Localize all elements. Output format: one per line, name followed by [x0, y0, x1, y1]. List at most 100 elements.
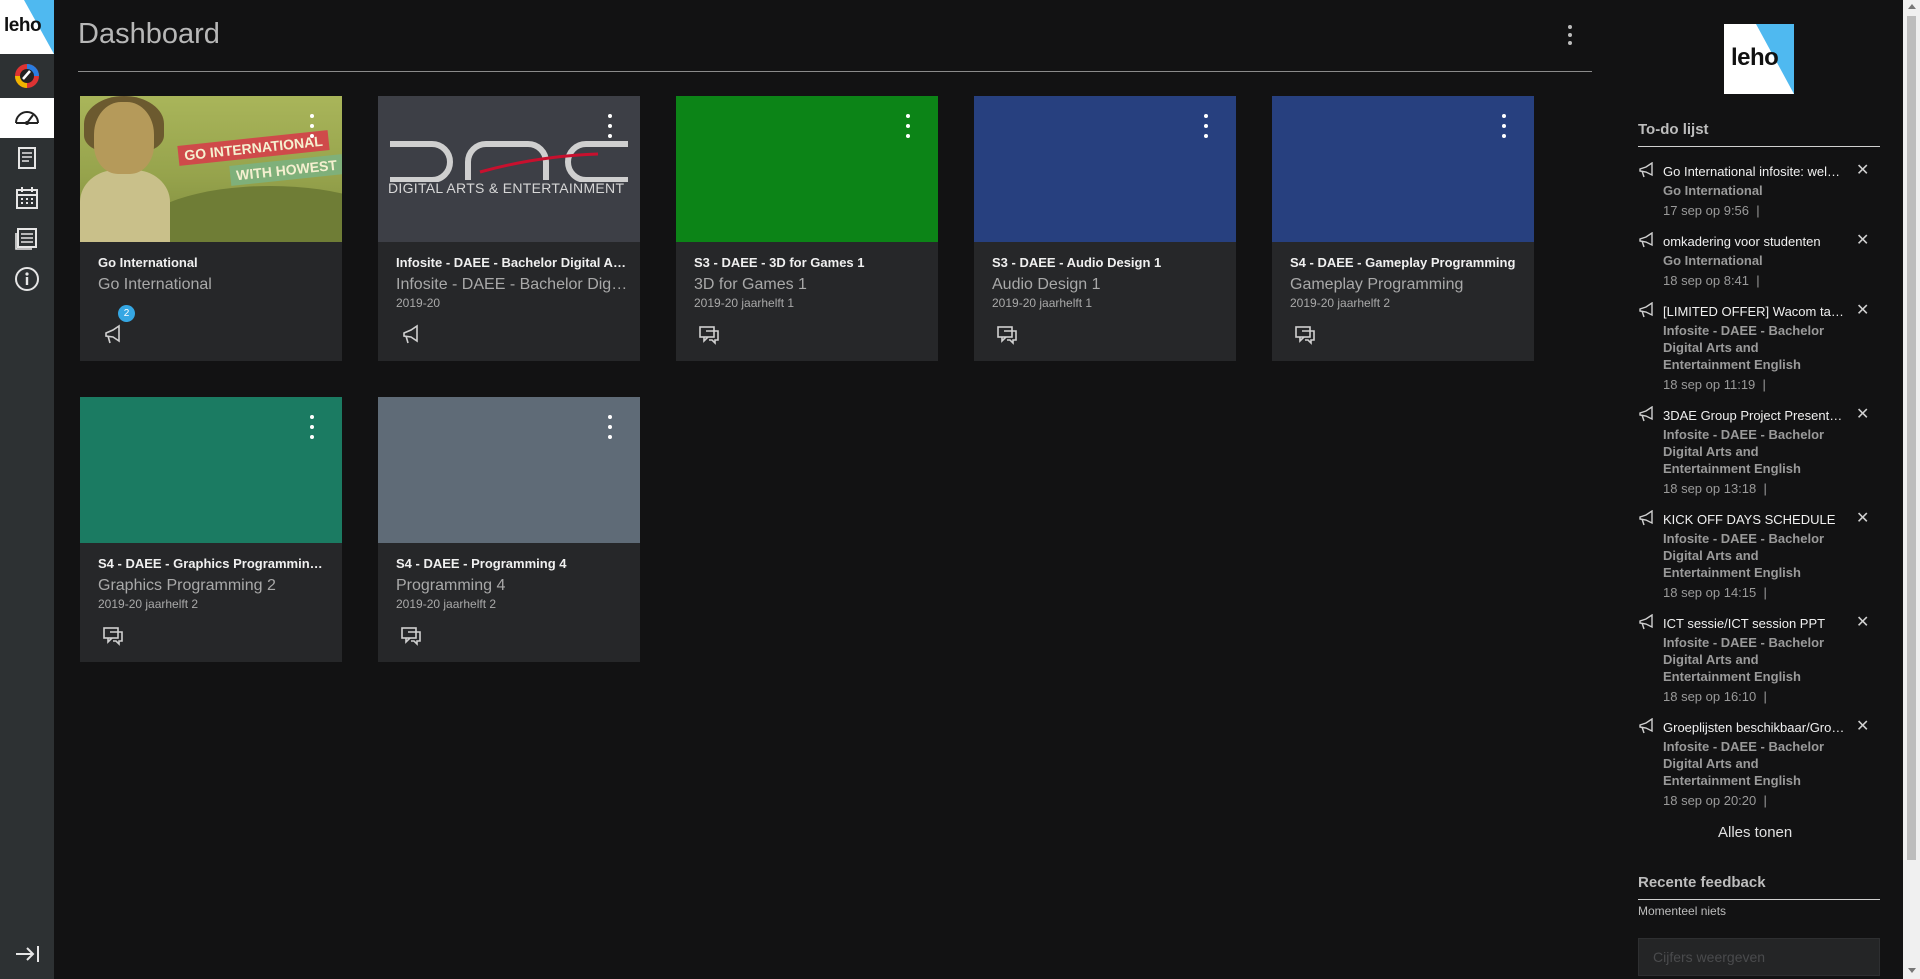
course-period: 2019-20 jaarhelft 2 [396, 597, 497, 611]
dae-logo-banner: DIGITAL ARTS & ENTERTAINMENT [378, 96, 640, 242]
todo-item-date: 18 sep op 16:10 | [1663, 689, 1767, 704]
show-all-link[interactable]: Alles tonen [1718, 824, 1792, 841]
announcement-icon[interactable] [400, 324, 422, 346]
course-banner[interactable] [80, 397, 342, 543]
todo-item-title[interactable]: Groeplijsten beschikbaar/Group lists [1663, 720, 1845, 735]
show-grades-button[interactable]: Cijfers weergeven [1638, 938, 1880, 976]
course-banner[interactable] [1272, 96, 1534, 242]
courses-book-icon [18, 147, 36, 169]
todo-item-date: 18 sep op 8:41 | [1663, 273, 1760, 288]
course-card-graphics-programming[interactable]: S4 - DAEE - Graphics Programming 2 Graph… [80, 397, 342, 662]
scrollbar-thumb[interactable] [1907, 16, 1916, 860]
course-code[interactable]: S3 - DAEE - 3D for Games 1 [694, 255, 924, 270]
course-menu-icon[interactable] [904, 114, 912, 138]
course-banner-photo: GO INTERNATIONAL WITH HOWEST [80, 96, 342, 242]
course-code[interactable]: S4 - DAEE - Programming 4 [396, 556, 626, 571]
discussion-icon[interactable] [102, 625, 124, 647]
todo-item-course: Go International [1663, 183, 1763, 198]
course-card-go-international[interactable]: GO INTERNATIONAL WITH HOWEST Go Internat… [80, 96, 342, 361]
nav-documents[interactable] [0, 218, 54, 258]
announcement-icon [1639, 406, 1653, 422]
page-scrollbar[interactable] [1903, 0, 1920, 979]
leho-logo-text: leho [1731, 44, 1779, 71]
todo-item-course: Infosite - DAEE - Bachelor Digital Arts … [1663, 635, 1825, 684]
todo-item-title[interactable]: Go International infosite: welkom [1663, 164, 1845, 179]
course-menu-icon[interactable] [1202, 114, 1210, 138]
profile-avatar-icon [15, 64, 39, 88]
close-icon[interactable]: ✕ [1856, 612, 1869, 632]
todo-item-title[interactable]: 3DAE Group Project Presentation [1663, 408, 1845, 423]
discussion-icon[interactable] [698, 324, 720, 346]
course-card-gameplay-programming[interactable]: S4 - DAEE - Gameplay Programming Gamepla… [1272, 96, 1534, 361]
scroll-up-arrow-icon[interactable] [1908, 4, 1916, 9]
page-title: Dashboard [78, 18, 220, 50]
nav-profile[interactable] [0, 56, 54, 96]
close-icon[interactable]: ✕ [1856, 508, 1869, 528]
todo-item[interactable]: Go International infosite: welkom ✕ Go I… [1638, 160, 1880, 224]
todo-item[interactable]: [LIMITED OFFER] Wacom tablets ✕ Infosite… [1638, 300, 1880, 398]
course-menu-icon[interactable] [606, 114, 614, 138]
course-code[interactable]: S4 - DAEE - Graphics Programming 2 [98, 556, 328, 571]
announcement-icon[interactable] [102, 324, 124, 346]
discussion-icon[interactable] [400, 625, 422, 647]
course-code[interactable]: Go International [98, 255, 328, 270]
course-banner[interactable] [378, 397, 640, 543]
todo-item[interactable]: omkadering voor studenten ✕ Go Internati… [1638, 230, 1880, 294]
close-icon[interactable]: ✕ [1856, 230, 1869, 250]
course-banner[interactable]: GO INTERNATIONAL WITH HOWEST [80, 96, 342, 242]
course-banner[interactable]: DIGITAL ARTS & ENTERTAINMENT [378, 96, 640, 242]
leho-logo[interactable]: leho [0, 0, 54, 54]
todo-item[interactable]: ICT sessie/ICT session PPT ✕ Infosite - … [1638, 612, 1880, 710]
close-icon[interactable]: ✕ [1856, 160, 1869, 180]
todo-item[interactable]: 3DAE Group Project Presentation ✕ Infosi… [1638, 404, 1880, 502]
todo-item-title[interactable]: ICT sessie/ICT session PPT [1663, 616, 1845, 631]
close-icon[interactable]: ✕ [1856, 300, 1869, 320]
nav-courses[interactable] [0, 138, 54, 178]
scroll-down-arrow-icon[interactable] [1908, 968, 1916, 973]
course-name: Graphics Programming 2 [98, 577, 276, 594]
todo-item-date: 18 sep op 20:20 | [1663, 793, 1767, 808]
course-menu-icon[interactable] [308, 114, 316, 138]
todo-item-date: 18 sep op 13:18 | [1663, 481, 1767, 496]
feedback-title: Recente feedback [1638, 874, 1766, 891]
todo-item-title[interactable]: [LIMITED OFFER] Wacom tablets [1663, 304, 1845, 319]
course-card-3d-for-games[interactable]: S3 - DAEE - 3D for Games 1 3D for Games … [676, 96, 938, 361]
course-name: Gameplay Programming [1290, 276, 1464, 293]
course-menu-icon[interactable] [606, 415, 614, 439]
course-code[interactable]: S4 - DAEE - Gameplay Programming [1290, 255, 1520, 270]
nav-calendar[interactable] [0, 178, 54, 218]
leho-logo-text: leho [4, 15, 42, 36]
course-period: 2019-20 jaarhelft 1 [694, 296, 795, 310]
nav-info[interactable] [0, 259, 54, 299]
documents-icon [15, 228, 37, 250]
todo-item-title[interactable]: omkadering voor studenten [1663, 234, 1845, 249]
todo-item-course: Go International [1663, 253, 1763, 268]
todo-item-course: Infosite - DAEE - Bachelor Digital Arts … [1663, 427, 1825, 476]
close-icon[interactable]: ✕ [1856, 716, 1869, 736]
close-icon[interactable]: ✕ [1856, 404, 1869, 424]
more-vertical-icon[interactable] [1562, 22, 1578, 48]
course-banner[interactable] [676, 96, 938, 242]
discussion-icon[interactable] [996, 324, 1018, 346]
calendar-icon [16, 187, 38, 209]
course-code[interactable]: Infosite - DAEE - Bachelor Digital Arts … [396, 255, 626, 270]
course-card-audio-design[interactable]: S3 - DAEE - Audio Design 1 Audio Design … [974, 96, 1236, 361]
announcement-icon [1639, 614, 1653, 630]
todo-item-title[interactable]: KICK OFF DAYS SCHEDULE [1663, 512, 1845, 527]
todo-item-date: 18 sep op 14:15 | [1663, 585, 1767, 600]
course-menu-icon[interactable] [308, 415, 316, 439]
course-banner[interactable] [974, 96, 1236, 242]
collapse-nav-button[interactable] [0, 934, 54, 974]
course-menu-icon[interactable] [1500, 114, 1508, 138]
discussion-icon[interactable] [1294, 324, 1316, 346]
course-card-programming-4[interactable]: S4 - DAEE - Programming 4 Programming 4 … [378, 397, 640, 662]
leho-logo: leho [1724, 24, 1794, 94]
todo-item[interactable]: Groeplijsten beschikbaar/Group lists ✕ I… [1638, 716, 1880, 814]
announcement-icon [1639, 162, 1653, 178]
todo-title: To-do lijst [1638, 121, 1709, 138]
collapse-arrow-icon [16, 946, 39, 962]
nav-dashboard[interactable] [0, 98, 54, 138]
course-card-infosite-daee[interactable]: DIGITAL ARTS & ENTERTAINMENT Infosite - … [378, 96, 640, 361]
todo-item[interactable]: KICK OFF DAYS SCHEDULE ✕ Infosite - DAEE… [1638, 508, 1880, 606]
course-code[interactable]: S3 - DAEE - Audio Design 1 [992, 255, 1222, 270]
